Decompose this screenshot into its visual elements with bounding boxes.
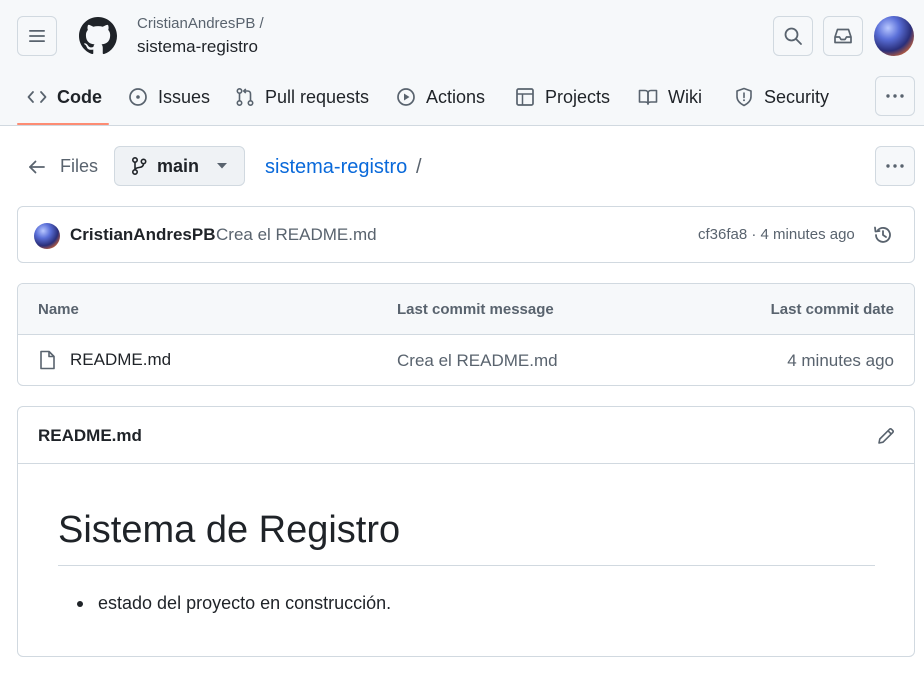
commit-author[interactable]: CristianAndresPB: [70, 225, 215, 245]
heading-divider: [58, 565, 875, 566]
files-toggle[interactable]: Files: [28, 156, 98, 177]
files-label: Files: [60, 156, 99, 176]
repo-header: CristianAndresPB / sistema-registro Code…: [0, 0, 924, 126]
pencil-icon[interactable]: [876, 426, 896, 446]
user-avatar[interactable]: [874, 16, 914, 56]
commit-author-avatar[interactable]: [34, 223, 60, 249]
column-header-commit-date: Last commit date: [770, 301, 894, 318]
breadcrumb-owner[interactable]: CristianAndresPB /: [137, 15, 264, 32]
inbox-icon: [834, 28, 852, 44]
file-row-commit-message[interactable]: Crea el README.md: [397, 351, 558, 371]
path-separator: /: [416, 156, 422, 178]
tab-security-label: Security: [764, 86, 830, 107]
kebab-horizontal-icon: [886, 94, 904, 98]
tab-projects[interactable]: Projects: [515, 72, 610, 122]
readme-panel: README.md Sistema de Registro estado del…: [17, 406, 915, 657]
readme-heading: Sistema de Registro: [58, 509, 401, 551]
tab-issues-label: Issues: [158, 86, 211, 107]
breadcrumb-repo[interactable]: sistema-registro: [137, 37, 258, 57]
hamburger-icon: [29, 30, 45, 42]
triangle-down-icon: [217, 163, 228, 169]
issue-opened-icon: [129, 88, 147, 106]
readme-filename[interactable]: README.md: [38, 426, 142, 446]
tab-wiki-label: Wiki: [668, 86, 702, 107]
tab-pull-requests[interactable]: Pull requests: [235, 72, 369, 122]
github-logo-icon[interactable]: [79, 17, 117, 55]
history-icon[interactable]: [872, 224, 894, 246]
inbox-button[interactable]: [823, 16, 863, 56]
commit-message[interactable]: Crea el README.md: [216, 225, 377, 245]
column-header-name: Name: [38, 301, 79, 318]
play-icon: [397, 88, 415, 106]
book-icon: [638, 89, 658, 105]
repo-root-link[interactable]: sistema-registro: [265, 156, 407, 179]
table-header: Name Last commit message Last commit dat…: [18, 284, 914, 335]
column-header-commit-message: Last commit message: [397, 301, 554, 318]
file-icon: [40, 350, 55, 370]
branch-selector[interactable]: main: [114, 146, 245, 186]
tab-projects-label: Projects: [545, 86, 611, 107]
repo-nav-tabs: Code Issues Pull requests Actions Projec…: [0, 72, 924, 126]
readme-header: README.md: [18, 407, 914, 464]
more-options-button[interactable]: [875, 146, 915, 186]
file-row-name[interactable]: README.md: [38, 350, 171, 370]
tab-code[interactable]: Code: [27, 72, 102, 122]
file-row-commit-date: 4 minutes ago: [787, 351, 894, 370]
file-list-table: Name Last commit message Last commit dat…: [17, 283, 915, 386]
table-icon: [516, 88, 534, 106]
search-icon: [784, 27, 802, 45]
tab-actions-label: Actions: [426, 86, 486, 107]
tab-security[interactable]: Security: [734, 72, 829, 122]
branch-name: main: [157, 155, 200, 176]
more-tabs-button[interactable]: [875, 76, 915, 116]
commit-sha-time[interactable]: cf36fa8 · 4 minutes ago: [698, 226, 855, 243]
latest-commit-bar: CristianAndresPB Crea el README.md cf36f…: [17, 206, 915, 263]
tab-wiki[interactable]: Wiki: [638, 72, 702, 122]
active-tab-indicator: [17, 123, 109, 125]
tab-issues[interactable]: Issues: [128, 72, 210, 122]
git-pull-request-icon: [236, 87, 254, 107]
list-bullet: [77, 601, 83, 607]
git-branch-icon: [131, 156, 147, 176]
file-navigation: Files main sistema-registro /: [0, 146, 924, 188]
tab-pull-requests-label: Pull requests: [265, 86, 370, 107]
tab-actions[interactable]: Actions: [396, 72, 485, 122]
kebab-horizontal-icon: [886, 164, 904, 168]
list-item: estado del proyecto en construcción.: [98, 593, 392, 613]
search-button[interactable]: [773, 16, 813, 56]
code-icon: [27, 91, 47, 103]
shield-icon: [736, 87, 752, 107]
tab-code-label: Code: [57, 86, 102, 107]
menu-button[interactable]: [17, 16, 57, 56]
arrow-left-icon: [29, 160, 45, 173]
file-name: README.md: [70, 350, 172, 369]
